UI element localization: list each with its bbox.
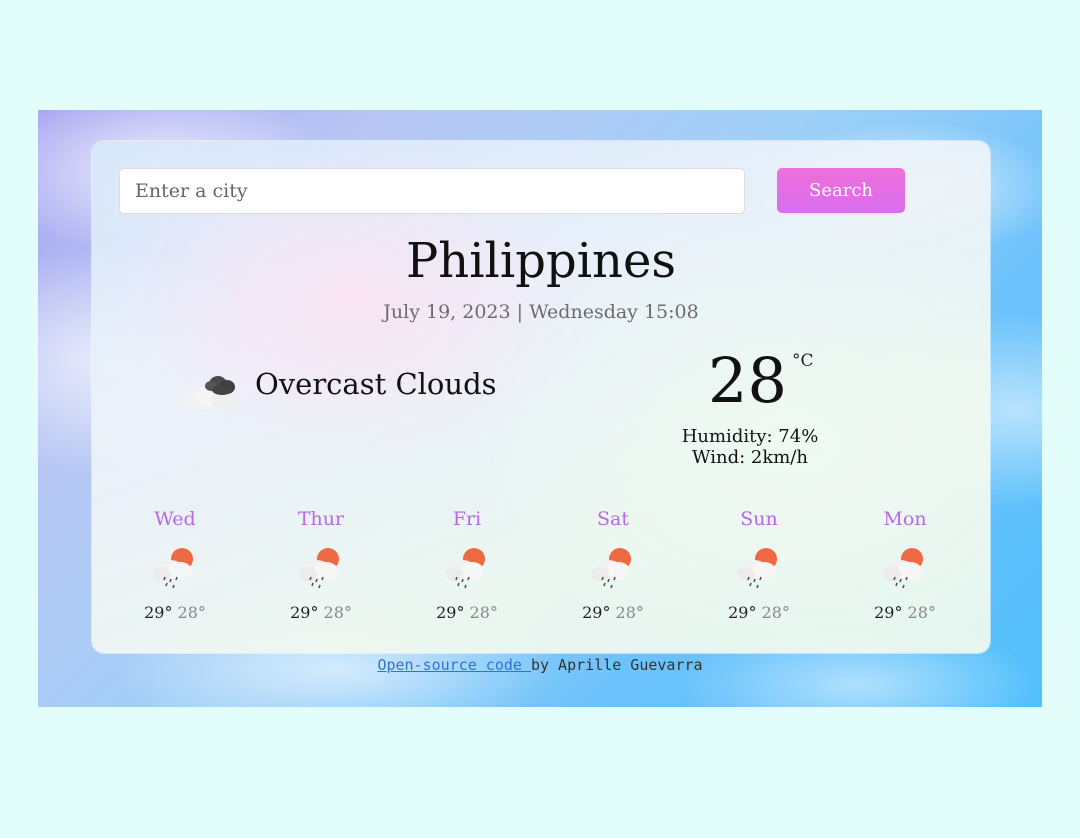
forecast-day-name: Thur [297,508,345,530]
rain-sun-icon [591,548,631,589]
forecast-low: 28° [323,603,352,622]
temperature-unit: °C [792,351,814,371]
app-background: Search Philippines July 19, 2023 | Wedne… [38,110,1042,707]
forecast-high: 29° [874,603,903,622]
city-name: Philippines [405,233,677,289]
source-code-link[interactable]: Open-source code [377,656,531,674]
forecast-low: 28° [469,603,498,622]
forecast-high: 29° [144,603,173,622]
humidity-value: Humidity: 74% [681,426,819,447]
forecast-temps: 29° 28° [102,603,248,622]
forecast-temps: 29° 28° [832,603,978,622]
forecast-row: Wed 29° 28° Thur 29° 28° Fri 29° 28° Sat… [102,505,980,635]
rain-sun-icon [153,548,193,589]
forecast-day-name: Fri [452,508,482,530]
forecast-temps: 29° 28° [394,603,540,622]
forecast-low: 28° [907,603,936,622]
forecast-low: 28° [177,603,206,622]
author-credit: by Aprille Guevarra [530,656,703,674]
condition-description: Overcast Clouds [255,367,497,401]
rain-sun-icon [883,548,923,589]
forecast-high: 29° [582,603,611,622]
forecast-day: Sat 29° 28° [540,505,686,622]
forecast-temps: 29° 28° [686,603,832,622]
forecast-temps: 29° 28° [540,603,686,622]
current-datetime: July 19, 2023 | Wednesday 15:08 [383,301,699,323]
forecast-low: 28° [761,603,790,622]
forecast-low: 28° [615,603,644,622]
forecast-temps: 29° 28° [248,603,394,622]
forecast-high: 29° [290,603,319,622]
weather-card: Search Philippines July 19, 2023 | Wedne… [92,141,990,653]
forecast-day-name: Sat [597,508,629,530]
footer-credit: Open-source code by Aprille Guevarra [38,656,1042,674]
rain-sun-icon [299,548,339,589]
search-button[interactable]: Search [777,168,905,213]
forecast-day: Thur 29° 28° [248,505,394,622]
forecast-high: 29° [728,603,757,622]
rain-sun-icon [445,548,485,589]
wind-value: Wind: 2km/h [692,447,808,468]
forecast-day-name: Wed [154,508,196,530]
current-temperature: 28 [708,344,787,417]
overcast-clouds-icon [178,367,244,413]
forecast-day: Fri 29° 28° [394,505,540,622]
forecast-day-name: Mon [883,508,927,530]
forecast-day: Wed 29° 28° [102,505,248,622]
city-search-input[interactable] [119,168,745,214]
forecast-day-name: Sun [740,508,778,530]
forecast-day: Sun 29° 28° [686,505,832,622]
rain-sun-icon [737,548,777,589]
forecast-high: 29° [436,603,465,622]
forecast-day: Mon 29° 28° [832,505,978,622]
